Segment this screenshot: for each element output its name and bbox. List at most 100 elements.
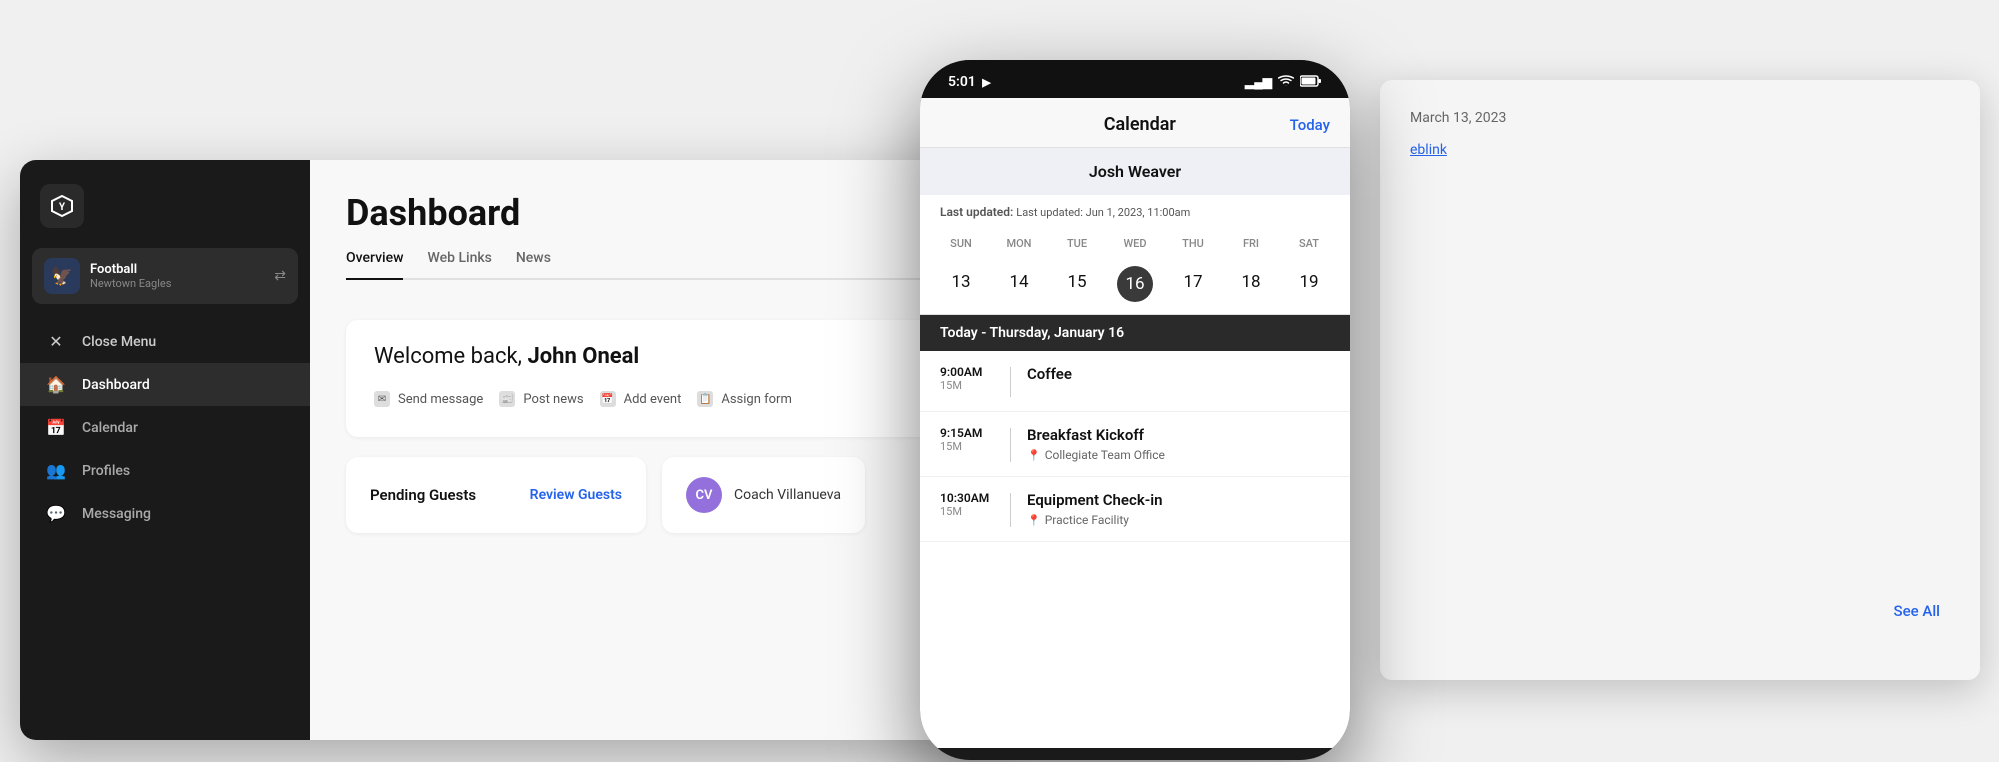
sidebar-item-dashboard-label: Dashboard (82, 377, 150, 393)
phone-screen: Calendar Today Josh Weaver Last updated:… (920, 98, 1350, 748)
home-icon: 🏠 (44, 375, 68, 394)
date-15[interactable]: 15 (1048, 266, 1106, 302)
coach-name: Coach Villanueva (734, 487, 841, 503)
post-news-icon: 📰 (499, 391, 515, 407)
today-label: Today - Thursday, January 16 (920, 315, 1350, 351)
page-title: Dashboard (346, 192, 944, 234)
team-icon: 🦅 (44, 258, 80, 294)
tab-overview[interactable]: Overview (346, 250, 403, 280)
team-subtitle: Newtown Eagles (90, 277, 274, 290)
assign-form-button[interactable]: 📋 Assign form (697, 385, 792, 413)
sidebar-item-calendar[interactable]: 📅 Calendar (20, 406, 310, 449)
battery-icon (1300, 75, 1322, 90)
event-breakfast-time: 9:15AM 15M (940, 426, 1010, 453)
calendar-week-header: SUN MON TUE WED THU FRI SAT (920, 225, 1350, 262)
assign-form-icon: 📋 (697, 391, 713, 407)
phone-calendar-title: Calendar (1104, 114, 1176, 135)
sidebar: Y 🦅 Football Newtown Eagles ⇄ ✕ Close Me… (20, 160, 310, 740)
welcome-name: John Oneal (527, 344, 639, 369)
calendar-user-name: Josh Weaver (920, 148, 1350, 195)
location-icon: ▶ (982, 76, 990, 89)
app-logo: Y (40, 184, 84, 228)
phone-time: 5:01 ▶ (948, 74, 991, 90)
date-17[interactable]: 17 (1164, 266, 1222, 302)
post-news-button[interactable]: 📰 Post news (499, 385, 583, 413)
event-equipment-content: Equipment Check-in 📍 Practice Facility (1027, 491, 1330, 527)
event-coffee-content: Coffee (1027, 365, 1330, 387)
coach-avatar: CV (686, 477, 722, 513)
day-tue: TUE (1048, 233, 1106, 254)
event-coffee[interactable]: 9:00AM 15M Coffee (920, 351, 1350, 412)
date-14[interactable]: 14 (990, 266, 1048, 302)
event-equipment-time: 10:30AM 15M (940, 491, 1010, 518)
messaging-icon: 💬 (44, 504, 68, 523)
send-message-icon: ✉ (374, 391, 390, 407)
content-body: Welcome back, John Oneal ✉ Send message … (310, 296, 980, 740)
send-message-button[interactable]: ✉ Send message (374, 385, 483, 413)
calendar-events: 9:00AM 15M Coffee 9:15AM 15M Breakfast K… (920, 351, 1350, 542)
main-app-window: Y 🦅 Football Newtown Eagles ⇄ ✕ Close Me… (20, 160, 980, 740)
close-menu-button[interactable]: ✕ Close Menu (20, 320, 310, 363)
date-13[interactable]: 13 (932, 266, 990, 302)
location-pin-icon: 📍 (1027, 449, 1041, 462)
day-thu: THU (1164, 233, 1222, 254)
day-fri: FRI (1222, 233, 1280, 254)
add-event-button[interactable]: 📅 Add event (600, 385, 682, 413)
event-divider-3 (1010, 493, 1011, 527)
pending-guests-title: Pending Guests (370, 486, 476, 504)
phone-mockup: 5:01 ▶ ▂▄▆ (920, 60, 1350, 760)
location-pin-icon-2: 📍 (1027, 514, 1041, 527)
phone-status-bar: 5:01 ▶ ▂▄▆ (920, 60, 1350, 98)
close-icon: ✕ (44, 332, 68, 351)
team-name: Football (90, 262, 274, 277)
svg-text:Y: Y (59, 202, 66, 213)
sidebar-item-profiles[interactable]: 👥 Profiles (20, 449, 310, 492)
action-buttons: ✉ Send message 📰 Post news 📅 Add event 📋… (374, 385, 916, 413)
add-event-icon: 📅 (600, 391, 616, 407)
last-updated-text: Last updated: Last updated: Jun 1, 2023,… (920, 195, 1350, 225)
bg-window-date: March 13, 2023 (1410, 110, 1950, 126)
date-18[interactable]: 18 (1222, 266, 1280, 302)
tab-web-links[interactable]: Web Links (427, 250, 491, 280)
event-equipment-checkin[interactable]: 10:30AM 15M Equipment Check-in 📍 Practic… (920, 477, 1350, 542)
event-divider-2 (1010, 428, 1011, 462)
wifi-icon (1278, 75, 1294, 90)
tab-news[interactable]: News (516, 250, 551, 280)
close-menu-label: Close Menu (82, 334, 156, 350)
sidebar-item-messaging[interactable]: 💬 Messaging (20, 492, 310, 535)
profiles-icon: 👥 (44, 461, 68, 480)
date-16-today[interactable]: 16 (1117, 266, 1153, 302)
event-breakfast-location: 📍 Collegiate Team Office (1027, 448, 1330, 462)
event-equipment-location: 📍 Practice Facility (1027, 513, 1330, 527)
sidebar-nav: ✕ Close Menu 🏠 Dashboard 📅 Calendar 👥 Pr… (20, 312, 310, 740)
review-guests-button[interactable]: Review Guests (530, 487, 622, 503)
event-breakfast-kickoff[interactable]: 9:15AM 15M Breakfast Kickoff 📍 Collegiat… (920, 412, 1350, 477)
pending-guests-card: Pending Guests Review Guests (346, 457, 646, 533)
event-breakfast-content: Breakfast Kickoff 📍 Collegiate Team Offi… (1027, 426, 1330, 462)
sidebar-logo: Y (20, 160, 310, 248)
calendar-week-dates: 13 14 15 16 17 18 19 (920, 262, 1350, 315)
date-19[interactable]: 19 (1280, 266, 1338, 302)
team-arrow-icon: ⇄ (274, 268, 286, 284)
cards-row: Pending Guests Review Guests CV Coach Vi… (346, 457, 944, 533)
background-window: March 13, 2023 eblink See All (1380, 80, 1980, 680)
main-content: Dashboard Overview Web Links News Welcom… (310, 160, 980, 740)
sidebar-item-dashboard[interactable]: 🏠 Dashboard (20, 363, 310, 406)
day-sat: SAT (1280, 233, 1338, 254)
sidebar-item-messaging-label: Messaging (82, 506, 151, 522)
event-coffee-time: 9:00AM 15M (940, 365, 1010, 392)
bg-window-link[interactable]: eblink (1410, 142, 1950, 158)
event-divider (1010, 367, 1011, 397)
content-tabs: Overview Web Links News (346, 250, 944, 280)
coach-card: CV Coach Villanueva (662, 457, 865, 533)
sidebar-item-profiles-label: Profiles (82, 463, 130, 479)
day-wed: WED (1106, 233, 1164, 254)
phone-today-button[interactable]: Today (1290, 116, 1330, 134)
see-all-button[interactable]: See All (1894, 602, 1940, 620)
phone-header: Calendar Today (920, 98, 1350, 148)
team-selector[interactable]: 🦅 Football Newtown Eagles ⇄ (32, 248, 298, 304)
day-mon: MON (990, 233, 1048, 254)
signal-icon: ▂▄▆ (1245, 75, 1272, 89)
phone-status-icons: ▂▄▆ (1245, 75, 1322, 90)
day-sun: SUN (932, 233, 990, 254)
